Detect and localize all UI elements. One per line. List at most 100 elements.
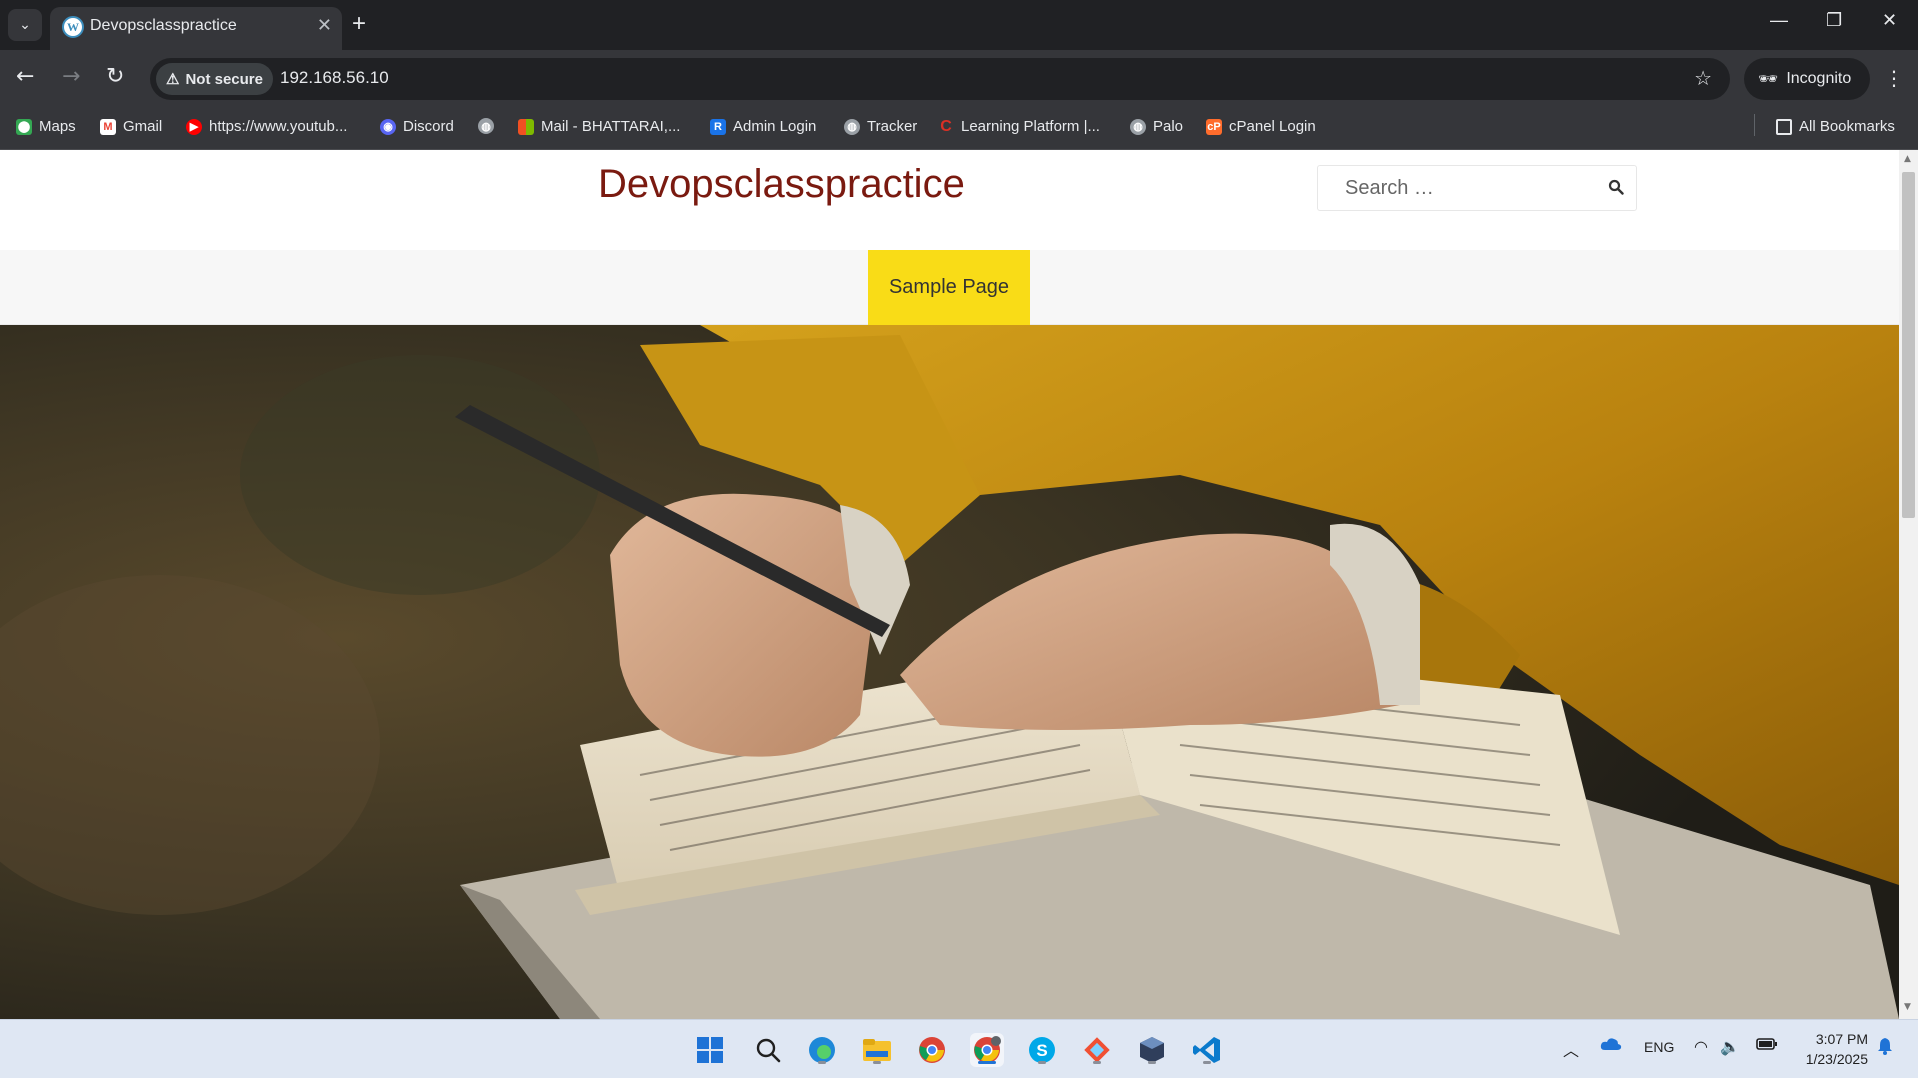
bookmark-label: Tracker [867, 118, 918, 135]
minimize-icon[interactable]: — [1770, 10, 1788, 31]
edge-icon[interactable] [805, 1033, 839, 1067]
wordpress-icon: W [62, 16, 84, 38]
gmail-icon: M [100, 118, 116, 135]
running-indicator [1038, 1061, 1046, 1064]
windows-taskbar: S ︿ ENG ◠ 🔈 3:07 PM 1/23/2025 [0, 1019, 1918, 1078]
reload-icon[interactable]: ↻ [106, 64, 124, 89]
git-icon[interactable] [1080, 1033, 1114, 1067]
bookmark-label: Discord [403, 118, 454, 135]
running-indicator [1093, 1061, 1101, 1064]
system-clock[interactable]: 3:07 PM 1/23/2025 [1794, 1029, 1868, 1069]
bookmark-star-icon[interactable]: ☆ [1694, 66, 1712, 90]
restore-icon[interactable]: ❐ [1826, 10, 1842, 31]
chrome-incognito-icon[interactable] [970, 1033, 1004, 1067]
battery-icon[interactable] [1756, 1037, 1778, 1054]
microsoft-icon [518, 118, 534, 135]
bookmark-admin-login[interactable]: R Admin Login [710, 118, 816, 135]
bookmark-maps[interactable]: ⬤ Maps [16, 118, 76, 135]
address-bar[interactable]: ⚠ Not secure 192.168.56.10 ☆ [150, 58, 1730, 100]
skype-icon[interactable]: S [1025, 1033, 1059, 1067]
new-tab-button[interactable]: + [352, 10, 366, 38]
site-title[interactable]: Devopsclasspractice [598, 162, 965, 207]
globe-icon: ◍ [478, 118, 494, 134]
bookmark-label: Mail - BHATTARAI,... [541, 118, 681, 135]
scroll-down-icon[interactable]: ▼ [1904, 1002, 1911, 1012]
chevron-down-icon: ⌄ [19, 17, 31, 33]
bookmark-label: Palo [1153, 118, 1184, 135]
nav-item-sample-page[interactable]: Sample Page [868, 250, 1030, 325]
admin-icon: R [710, 118, 726, 135]
globe-icon: ◍ [844, 118, 860, 135]
tab-search-button[interactable]: ⌄ [8, 9, 42, 41]
bookmark-palo[interactable]: ◍ Palo [1130, 118, 1183, 135]
bookmark-learning-platform[interactable]: C Learning Platform |... [938, 117, 1100, 136]
forward-icon[interactable]: → [62, 64, 80, 89]
windows-start-icon[interactable] [693, 1033, 727, 1067]
bookmark-globe[interactable]: ◍ [478, 118, 501, 134]
incognito-icon: 🕶 [1758, 71, 1779, 88]
browser-toolbar: ← → ↻ ⚠ Not secure 192.168.56.10 ☆ 🕶 Inc… [0, 50, 1918, 108]
volume-icon[interactable]: 🔈 [1720, 1037, 1740, 1057]
main-navigation: Sample Page [0, 250, 1899, 325]
cpanel-icon: cP [1206, 118, 1222, 135]
security-chip[interactable]: ⚠ Not secure [156, 63, 273, 95]
maps-icon: ⬤ [16, 118, 32, 135]
page-scrollbar[interactable]: ▲ ▼ [1899, 150, 1918, 1019]
incognito-label: Incognito [1786, 70, 1852, 87]
notification-bell-icon[interactable] [1876, 1037, 1894, 1058]
back-icon[interactable]: ← [16, 64, 34, 89]
url-text[interactable]: 192.168.56.10 [280, 68, 389, 88]
globe-icon: ◍ [1130, 118, 1146, 135]
bookmark-tracker[interactable]: ◍ Tracker [844, 118, 917, 135]
search-icon[interactable] [1608, 179, 1624, 195]
search-form [1317, 165, 1637, 211]
close-window-icon[interactable]: ✕ [1882, 10, 1897, 31]
running-indicator [1203, 1061, 1211, 1064]
all-bookmarks-label: All Bookmarks [1799, 118, 1895, 135]
clock-date: 1/23/2025 [1805, 1051, 1868, 1067]
bookmark-label: cPanel Login [1229, 118, 1316, 135]
bookmark-youtube[interactable]: ▶ https://www.youtub... [186, 118, 347, 135]
browser-tab[interactable]: W Devopsclasspractice ✕ [50, 7, 342, 50]
bookmark-discord[interactable]: ◉ Discord [380, 118, 454, 135]
search-input[interactable] [1319, 167, 1589, 209]
bookmarks-divider [1754, 114, 1755, 136]
wifi-icon[interactable]: ◠ [1694, 1037, 1708, 1057]
bookmarks-bar: ⬤ Maps M Gmail ▶ https://www.youtub... ◉… [0, 108, 1918, 150]
onedrive-icon[interactable] [1600, 1036, 1622, 1055]
running-indicator [873, 1061, 881, 1064]
running-indicator [818, 1061, 826, 1064]
security-label: Not secure [185, 70, 263, 88]
discord-icon: ◉ [380, 118, 396, 135]
tab-strip: ⌄ W Devopsclasspractice ✕ + — ❐ ✕ [0, 0, 1918, 50]
scroll-up-icon[interactable]: ▲ [1904, 154, 1911, 164]
chevron-up-icon[interactable]: ︿ [1563, 1037, 1579, 1061]
running-indicator [1148, 1061, 1156, 1064]
close-tab-icon[interactable]: ✕ [317, 15, 332, 36]
youtube-icon: ▶ [186, 118, 202, 135]
file-explorer-icon[interactable] [860, 1033, 894, 1067]
web-page: Devopsclasspractice Sample Page [0, 150, 1899, 1019]
bookmark-label: Learning Platform |... [961, 118, 1100, 135]
vscode-icon[interactable] [1190, 1033, 1224, 1067]
language-indicator[interactable]: ENG [1644, 1039, 1674, 1055]
search-icon[interactable] [751, 1033, 785, 1067]
virtualbox-icon[interactable] [1135, 1033, 1169, 1067]
bookmark-mail[interactable]: Mail - BHATTARAI,... [518, 118, 680, 135]
bookmark-label: Maps [39, 118, 76, 135]
bookmark-gmail[interactable]: M Gmail [100, 118, 162, 135]
scrollbar-thumb[interactable] [1902, 172, 1915, 518]
tab-title: Devopsclasspractice [90, 17, 237, 34]
bookmark-label: https://www.youtub... [209, 118, 348, 135]
warning-icon: ⚠ [166, 71, 180, 88]
bookmark-label: Admin Login [733, 118, 817, 135]
svg-text:S: S [1036, 1041, 1047, 1060]
active-indicator [978, 1061, 996, 1064]
learning-icon: C [940, 117, 952, 135]
all-bookmarks-button[interactable]: All Bookmarks [1776, 118, 1895, 135]
browser-menu-icon[interactable]: ⋮ [1884, 66, 1904, 90]
bookmark-cpanel[interactable]: cP cPanel Login [1206, 118, 1316, 135]
hero-image [0, 325, 1899, 1019]
chrome-icon[interactable] [915, 1033, 949, 1067]
incognito-button[interactable]: 🕶 Incognito [1744, 58, 1870, 100]
